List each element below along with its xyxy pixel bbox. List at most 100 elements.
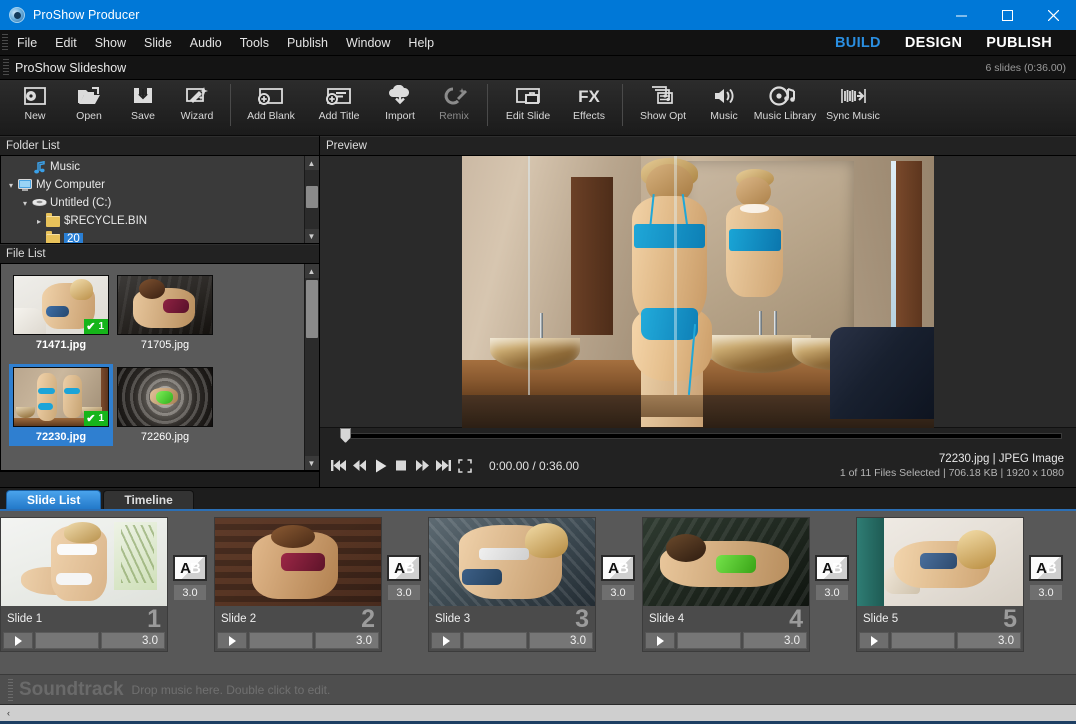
- tab-timeline[interactable]: Timeline: [103, 490, 194, 509]
- menu-audio[interactable]: Audio: [181, 32, 231, 54]
- file-item-71471[interactable]: ✔ 1 71471.jpg: [9, 272, 113, 354]
- folder-tree-item-recycle-bin[interactable]: ▸ $RECYCLE.BIN: [1, 212, 304, 230]
- slide-play-button[interactable]: [431, 632, 461, 649]
- menu-slide[interactable]: Slide: [135, 32, 181, 54]
- skip-to-start-button[interactable]: [328, 455, 349, 477]
- slide-duration[interactable]: 3.0: [529, 632, 593, 649]
- slide-item-5[interactable]: Slide 5 5 3.0: [856, 517, 1024, 652]
- transition-5[interactable]: AB 3.0: [1024, 517, 1068, 601]
- toolbar-effects-button[interactable]: FX Effects: [562, 80, 616, 134]
- mode-publish[interactable]: PUBLISH: [974, 33, 1064, 53]
- toolbar-remix-button[interactable]: Remix: [427, 80, 481, 134]
- menu-file[interactable]: File: [8, 32, 46, 54]
- transition-4[interactable]: AB 3.0: [810, 517, 854, 601]
- slide-progress-bar[interactable]: [677, 632, 741, 649]
- slide-duration[interactable]: 3.0: [743, 632, 807, 649]
- play-button[interactable]: [370, 455, 391, 477]
- slide-duration[interactable]: 3.0: [315, 632, 379, 649]
- file-thumbnail[interactable]: [117, 275, 213, 335]
- slide-item-2[interactable]: Slide 2 2 3.0: [214, 517, 382, 652]
- slide-item-3[interactable]: Slide 3 3 3.0: [428, 517, 596, 652]
- slide-play-button[interactable]: [645, 632, 675, 649]
- menu-tools[interactable]: Tools: [231, 32, 278, 54]
- transition-2[interactable]: AB 3.0: [382, 517, 426, 601]
- transition-duration[interactable]: 3.0: [815, 584, 849, 601]
- menu-show[interactable]: Show: [86, 32, 135, 54]
- toolbar-show-opt-button[interactable]: Show Opt: [629, 80, 697, 134]
- scrubber-track[interactable]: [346, 433, 1062, 439]
- file-item-72230[interactable]: ✔ 1 72230.jpg: [9, 364, 113, 446]
- show-drag-grip[interactable]: [3, 58, 9, 77]
- slide-item-4[interactable]: Slide 4 4 3.0: [642, 517, 810, 652]
- fast-forward-button[interactable]: [412, 455, 433, 477]
- slide-thumbnail[interactable]: [643, 518, 809, 606]
- folder-tree[interactable]: Music ▾ My Computer ▾ Untitled (C:) ▸ $R…: [1, 156, 304, 243]
- folder-list-scrollbar[interactable]: ▲ ▼: [304, 156, 319, 243]
- scroll-down-icon[interactable]: ▼: [304, 229, 319, 243]
- file-thumbnail[interactable]: ✔ 1: [13, 275, 109, 335]
- slide-thumbnail[interactable]: [857, 518, 1023, 606]
- slide-progress-bar[interactable]: [35, 632, 99, 649]
- slide-duration[interactable]: 3.0: [957, 632, 1021, 649]
- folder-tree-item-untitled-c[interactable]: ▾ Untitled (C:): [1, 194, 304, 212]
- menu-edit[interactable]: Edit: [46, 32, 86, 54]
- scroll-down-icon[interactable]: ▼: [304, 456, 319, 470]
- slide-duration[interactable]: 3.0: [101, 632, 165, 649]
- toolbar-import-button[interactable]: Import: [373, 80, 427, 134]
- scroll-up-icon[interactable]: ▲: [304, 264, 319, 278]
- toolbar-open-button[interactable]: Open: [62, 80, 116, 134]
- file-thumbnail[interactable]: ✔ 1: [13, 367, 109, 427]
- tab-slide-list[interactable]: Slide List: [6, 490, 102, 509]
- transition-duration[interactable]: 3.0: [387, 584, 421, 601]
- toolbar-edit-slide-button[interactable]: Edit Slide: [494, 80, 562, 134]
- menu-window[interactable]: Window: [337, 32, 399, 54]
- transition-ab-icon[interactable]: AB: [1029, 555, 1063, 581]
- folder-scroll-track[interactable]: [304, 170, 319, 229]
- slide-item-1[interactable]: Slide 1 1 3.0: [0, 517, 168, 652]
- stop-button[interactable]: [391, 455, 412, 477]
- transition-ab-icon[interactable]: AB: [601, 555, 635, 581]
- rewind-button[interactable]: [349, 455, 370, 477]
- transition-duration[interactable]: 3.0: [1029, 584, 1063, 601]
- toolbar-add-title-button[interactable]: Add Title: [305, 80, 373, 134]
- toolbar-music-library-button[interactable]: Music Library: [751, 80, 819, 134]
- folder-tree-item-my-computer[interactable]: ▾ My Computer: [1, 176, 304, 194]
- fullscreen-button[interactable]: [454, 455, 475, 477]
- slide-play-button[interactable]: [3, 632, 33, 649]
- preview-stage[interactable]: [320, 155, 1076, 428]
- horizontal-scrollbar[interactable]: ‹: [0, 704, 1076, 722]
- toolbar-save-button[interactable]: Save: [116, 80, 170, 134]
- file-scroll-track[interactable]: [304, 278, 319, 456]
- skip-to-end-button[interactable]: [433, 455, 454, 477]
- transition-1[interactable]: AB 3.0: [168, 517, 212, 601]
- expand-arrow[interactable]: ▾: [5, 181, 17, 190]
- folder-tree-item-selected[interactable]: 20: [1, 230, 304, 243]
- file-scroll-thumb[interactable]: [305, 280, 318, 338]
- expand-arrow[interactable]: ▸: [33, 217, 45, 226]
- scroll-left-icon[interactable]: ‹: [0, 704, 17, 722]
- maximize-button[interactable]: [984, 0, 1030, 30]
- menu-help[interactable]: Help: [399, 32, 443, 54]
- horizontal-scroll-track[interactable]: [17, 704, 1076, 722]
- transition-ab-icon[interactable]: AB: [387, 555, 421, 581]
- toolbar-new-button[interactable]: New: [8, 80, 62, 134]
- transition-ab-icon[interactable]: AB: [173, 555, 207, 581]
- close-button[interactable]: [1030, 0, 1076, 30]
- menu-publish[interactable]: Publish: [278, 32, 337, 54]
- file-item-72260[interactable]: 72260.jpg: [113, 364, 217, 446]
- toolbar-sync-music-button[interactable]: Sync Music: [819, 80, 887, 134]
- transition-ab-icon[interactable]: AB: [815, 555, 849, 581]
- scroll-up-icon[interactable]: ▲: [304, 156, 319, 170]
- toolbar-music-button[interactable]: Music: [697, 80, 751, 134]
- transition-duration[interactable]: 3.0: [173, 584, 207, 601]
- soundtrack-bar[interactable]: Soundtrack Drop music here. Double click…: [0, 674, 1076, 704]
- slide-progress-bar[interactable]: [891, 632, 955, 649]
- toolbar-wizard-button[interactable]: Wizard: [170, 80, 224, 134]
- mode-build[interactable]: BUILD: [823, 33, 893, 53]
- slide-progress-bar[interactable]: [463, 632, 527, 649]
- preview-scrubber[interactable]: [328, 428, 1068, 444]
- slide-progress-bar[interactable]: [249, 632, 313, 649]
- slide-thumbnail[interactable]: [215, 518, 381, 606]
- file-item-71705[interactable]: 71705.jpg: [113, 272, 217, 354]
- mode-design[interactable]: DESIGN: [893, 33, 974, 53]
